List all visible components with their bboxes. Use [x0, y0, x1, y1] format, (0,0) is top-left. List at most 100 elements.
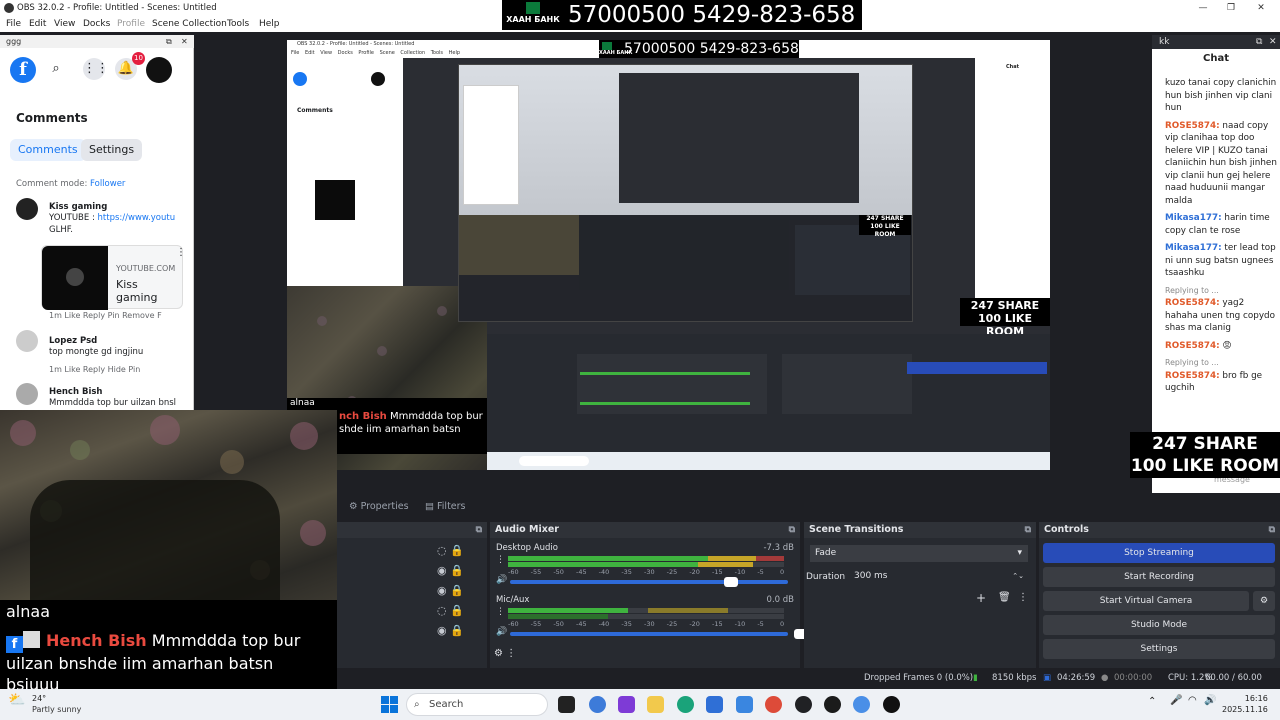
- facebook-logo-icon[interactable]: f: [10, 57, 36, 83]
- menu-view[interactable]: View: [54, 16, 75, 32]
- channel-menu-icon[interactable]: ⋮: [496, 607, 505, 617]
- close-icon[interactable]: ✕: [1248, 0, 1274, 16]
- undock-icon[interactable]: ⧉: [789, 522, 795, 538]
- trash-icon[interactable]: 🗑: [998, 592, 1011, 603]
- menu-edit[interactable]: Edit: [29, 16, 46, 32]
- visibility-hidden-icon[interactable]: ◌ 🔒: [437, 604, 464, 618]
- comment-author[interactable]: Lopez Psd: [49, 336, 97, 346]
- copilot-icon[interactable]: [589, 696, 606, 713]
- nested-facebook-dock: Comments: [287, 58, 403, 286]
- tab-properties[interactable]: ⚙ Properties: [343, 498, 415, 516]
- tab-settings[interactable]: Settings: [81, 139, 143, 161]
- gear-icon[interactable]: ⚙: [1253, 591, 1275, 611]
- dock-close-icon[interactable]: ✕: [1269, 35, 1277, 49]
- comment-author[interactable]: Kiss gaming: [49, 202, 107, 212]
- obs-icon[interactable]: [795, 696, 812, 713]
- comment-actions[interactable]: 1m Like Reply Pin Remove F: [49, 311, 162, 320]
- visibility-icon[interactable]: ◉ 🔒: [437, 624, 464, 638]
- comment-mode: Comment mode: Follower: [16, 179, 125, 189]
- avatar[interactable]: [146, 57, 172, 83]
- filter-icon: ▤: [425, 501, 434, 512]
- chevron-up-icon[interactable]: ⌃: [1148, 696, 1156, 707]
- speaker-icon[interactable]: 🔊: [496, 575, 507, 585]
- menu-tools[interactable]: Tools: [227, 16, 249, 32]
- mixer-settings-icon[interactable]: ⚙ ⋮: [494, 648, 516, 659]
- file-explorer-icon[interactable]: [647, 696, 664, 713]
- visibility-icon[interactable]: ◉ 🔒: [437, 584, 464, 598]
- start-icon[interactable]: [381, 696, 398, 713]
- search-icon[interactable]: ⌕: [45, 58, 67, 80]
- comment-actions[interactable]: 1m Like Reply Hide Pin: [49, 365, 140, 374]
- maximize-icon[interactable]: ❐: [1218, 0, 1244, 16]
- controls-title: Controls ⧉: [1039, 522, 1280, 538]
- slider-handle[interactable]: [724, 577, 738, 587]
- speaker-icon[interactable]: 🔊: [1204, 695, 1216, 706]
- transition-select[interactable]: Fade ▾: [810, 545, 1028, 562]
- mic-icon[interactable]: 🎤: [1170, 695, 1182, 706]
- stream-time: 04:26:59: [1057, 673, 1096, 683]
- volume-slider[interactable]: [510, 629, 808, 639]
- tab-comments[interactable]: Comments: [10, 139, 86, 161]
- visibility-hidden-icon[interactable]: ◌ 🔒: [437, 544, 464, 558]
- add-icon[interactable]: +: [976, 591, 986, 605]
- start-recording-button[interactable]: Start Recording: [1043, 567, 1275, 587]
- more-options-icon[interactable]: ⋮: [176, 247, 186, 258]
- youtube-link-card[interactable]: YOUTUBE.COM Kiss gaming: [41, 245, 183, 310]
- dock-close-icon[interactable]: ✕: [181, 35, 188, 48]
- menu-help[interactable]: Help: [259, 16, 280, 32]
- start-virtual-camera-button[interactable]: Start Virtual Camera: [1043, 591, 1249, 611]
- undock-icon[interactable]: ⧉: [1025, 522, 1031, 538]
- channel-menu-icon[interactable]: ⋮: [496, 555, 505, 565]
- outlook-icon[interactable]: [736, 696, 753, 713]
- duration-input[interactable]: 300 ms ⌃⌄: [850, 568, 1028, 585]
- undock-icon[interactable]: ⧉: [166, 35, 172, 48]
- nested-screen-capture: 247 SHARE 100 LIKE ROOM: [458, 64, 913, 322]
- app-icon[interactable]: [618, 696, 635, 713]
- webcam-subject: [30, 480, 280, 600]
- media-icon[interactable]: [883, 696, 900, 713]
- meter-tick-label: -60: [508, 620, 519, 628]
- app-icon[interactable]: [853, 696, 870, 713]
- taskbar-search-label: Search: [429, 699, 464, 710]
- visibility-icon[interactable]: ◉ 🔒: [437, 564, 464, 578]
- menu-grid-icon[interactable]: ⋮⋮: [83, 58, 109, 80]
- stop-streaming-button[interactable]: Stop Streaming: [1043, 543, 1275, 563]
- avatar[interactable]: [16, 383, 38, 405]
- avatar[interactable]: [16, 330, 38, 352]
- comment-author[interactable]: Hench Bish: [49, 387, 102, 397]
- obs-icon[interactable]: [824, 696, 841, 713]
- minimize-icon[interactable]: —: [1190, 0, 1216, 16]
- mail-icon[interactable]: [706, 696, 723, 713]
- comment-link[interactable]: https://www.youtu: [98, 213, 176, 223]
- avatar[interactable]: [16, 198, 38, 220]
- taskview-icon[interactable]: [558, 696, 575, 713]
- tab-filters[interactable]: ▤ Filters: [419, 498, 472, 516]
- studio-mode-button[interactable]: Studio Mode: [1043, 615, 1275, 635]
- more-icon[interactable]: ⋮: [1018, 592, 1028, 603]
- chrome-icon[interactable]: [765, 696, 782, 713]
- gear-icon: ⚙: [349, 501, 358, 512]
- meter-tick-label: -55: [530, 620, 542, 628]
- clock[interactable]: 16:16 2025.11.16: [1222, 693, 1268, 715]
- taskbar-search[interactable]: ⌕ Search: [406, 693, 548, 716]
- volume-slider[interactable]: [510, 577, 788, 587]
- wifi-icon[interactable]: ◠: [1188, 695, 1197, 706]
- meter-tick-label: -45: [576, 620, 587, 628]
- undock-icon[interactable]: ⧉: [1269, 522, 1275, 538]
- speaker-icon[interactable]: 🔊: [496, 627, 507, 637]
- record-icon: ●: [1101, 673, 1109, 683]
- meter-tick-label: -15: [712, 568, 723, 576]
- undock-icon[interactable]: ⧉: [476, 522, 482, 538]
- card-source: YOUTUBE.COM: [116, 264, 176, 273]
- edge-icon[interactable]: [677, 696, 694, 713]
- menu-docks[interactable]: Docks: [83, 16, 110, 32]
- program-preview[interactable]: OBS 32.0.2 - Profile: Untitled - Scenes:…: [287, 40, 1050, 470]
- stepper-icon[interactable]: ⌃⌄: [1012, 568, 1024, 585]
- comment-mode-value[interactable]: Follower: [90, 179, 125, 189]
- settings-button[interactable]: Settings: [1043, 639, 1275, 659]
- menu-scene-collection[interactable]: Scene Collection: [152, 16, 227, 32]
- menu-file[interactable]: File: [6, 16, 21, 32]
- undock-icon[interactable]: ⧉: [1256, 35, 1262, 49]
- menu-profile[interactable]: Profile: [117, 16, 145, 32]
- weather-icon[interactable]: ⛅: [8, 692, 25, 708]
